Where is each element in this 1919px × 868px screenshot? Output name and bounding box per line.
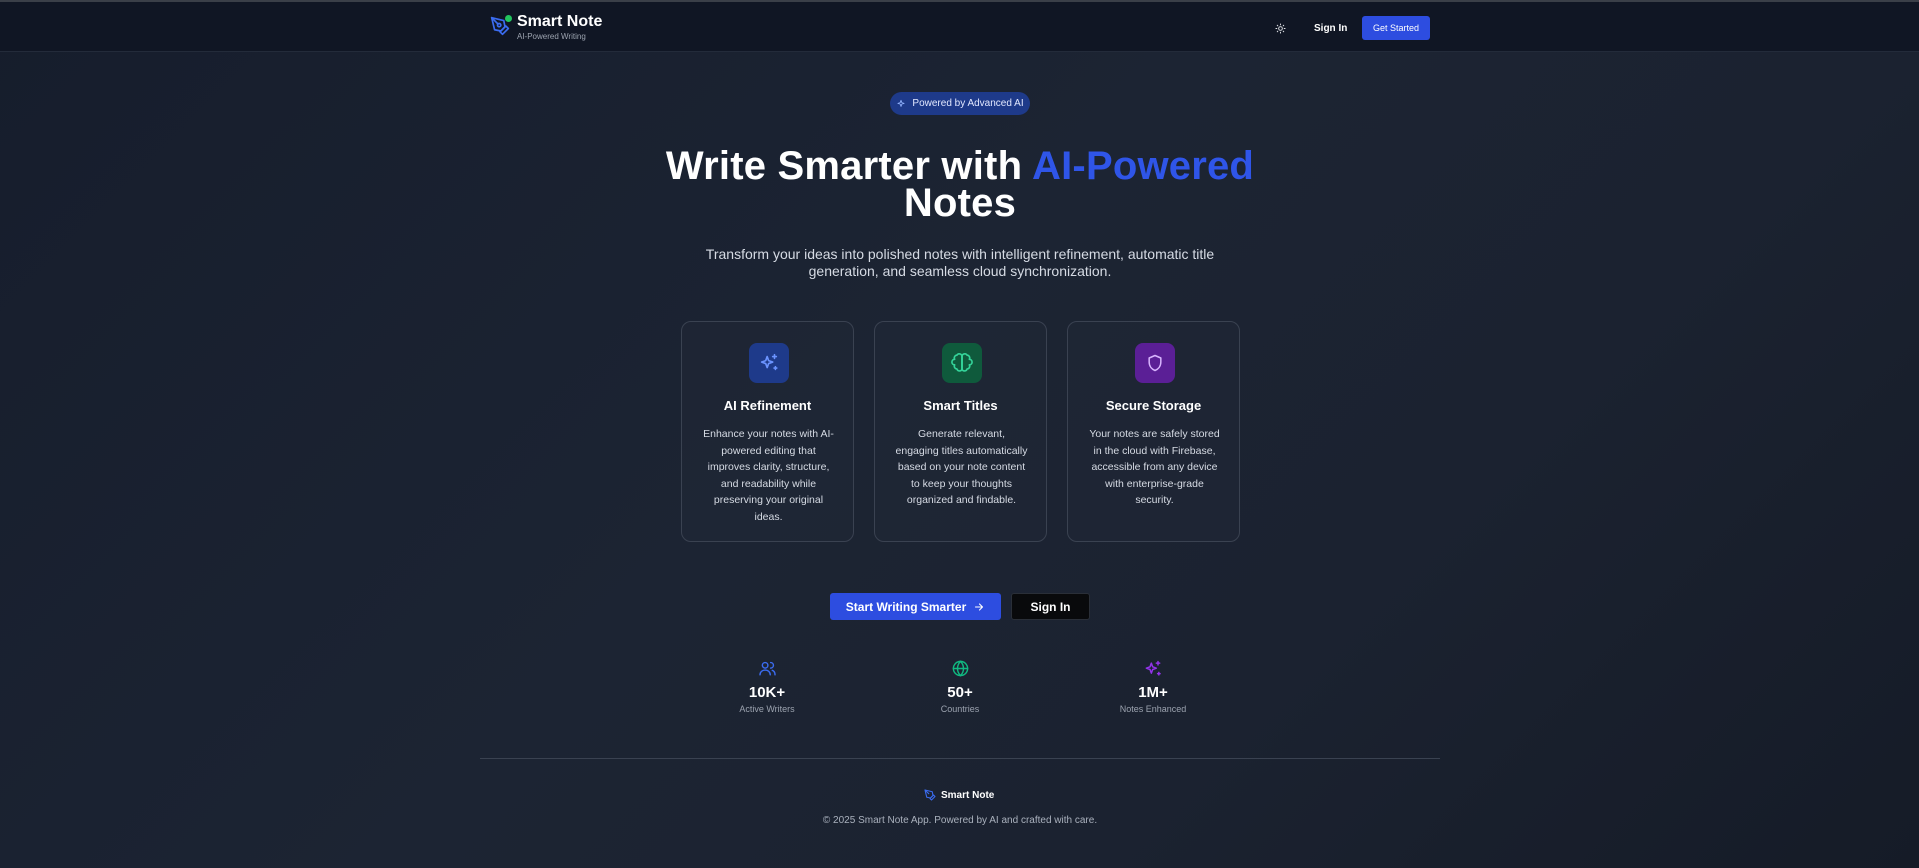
stat-label: Notes Enhanced	[1119, 704, 1187, 714]
footer-brand: Smart Note	[924, 789, 996, 801]
pen-logo-icon	[924, 789, 936, 801]
app-name: Smart Note	[517, 13, 603, 30]
stat-active-writers: 10K+ Active Writers	[707, 659, 827, 714]
hero-title-accent: AI-Powered	[1032, 144, 1255, 188]
brand[interactable]: Smart Note AI-Powered Writing	[490, 13, 602, 41]
badge-label: Powered by Advanced AI	[912, 98, 1024, 109]
feature-title: Smart Titles	[923, 398, 998, 413]
pen-logo-icon	[490, 15, 512, 39]
feature-description: Generate relevant, engaging titles autom…	[895, 428, 1028, 506]
footer-divider	[480, 758, 1440, 759]
hero-title: Write Smarter with AI-Powered Notes	[660, 146, 1260, 225]
hero-subtitle: Transform your ideas into polished notes…	[705, 246, 1215, 279]
arrow-right-icon	[975, 602, 984, 611]
powered-by-badge: Powered by Advanced AI	[890, 92, 1030, 115]
stat-countries: 50+ Countries	[900, 659, 1020, 714]
stat-label: Countries	[940, 704, 980, 714]
theme-toggle-button[interactable]	[1271, 19, 1289, 37]
globe-icon	[900, 659, 1020, 679]
stat-label: Active Writers	[739, 704, 795, 714]
sparkles-icon	[897, 99, 905, 107]
feature-card-ai-refinement: AI Refinement Enhance your notes with AI…	[681, 321, 854, 542]
start-writing-button[interactable]: Start Writing Smarter	[830, 593, 1001, 620]
sun-icon	[1274, 22, 1286, 34]
feature-title: AI Refinement	[723, 398, 812, 413]
feature-title: Secure Storage	[1105, 398, 1202, 413]
start-writing-label: Start Writing Smarter	[845, 599, 967, 614]
app-tagline: AI-Powered Writing	[517, 32, 586, 41]
sparkles-icon	[1093, 659, 1213, 679]
stat-value: 50+	[947, 684, 973, 701]
header-sign-in-button[interactable]: Sign In	[1306, 16, 1355, 40]
status-dot	[505, 15, 512, 22]
brain-icon	[942, 343, 982, 383]
users-icon	[707, 659, 827, 679]
feature-card-smart-titles: Smart Titles Generate relevant, engaging…	[874, 321, 1047, 542]
sparkles-icon	[749, 343, 789, 383]
top-nav: Smart Note AI-Powered Writing Sign In Ge…	[0, 2, 1919, 52]
copyright-text: © 2025 Smart Note App. Powered by AI and…	[822, 815, 1098, 826]
feature-card-secure-storage: Secure Storage Your notes are safely sto…	[1067, 321, 1240, 542]
footer-brand-name: Smart Note	[941, 789, 995, 801]
stat-notes-enhanced: 1M+ Notes Enhanced	[1093, 659, 1213, 714]
get-started-button[interactable]: Get Started	[1362, 16, 1430, 40]
stat-value: 10K+	[748, 684, 786, 701]
shield-icon	[1135, 343, 1175, 383]
stat-value: 1M+	[1138, 684, 1168, 701]
feature-description: Enhance your notes with AI-powered editi…	[703, 428, 834, 523]
feature-description: Your notes are safely stored in the clou…	[1089, 428, 1220, 506]
hero-title-part2: Notes	[903, 181, 1017, 225]
sign-in-button[interactable]: Sign In	[1011, 593, 1090, 620]
